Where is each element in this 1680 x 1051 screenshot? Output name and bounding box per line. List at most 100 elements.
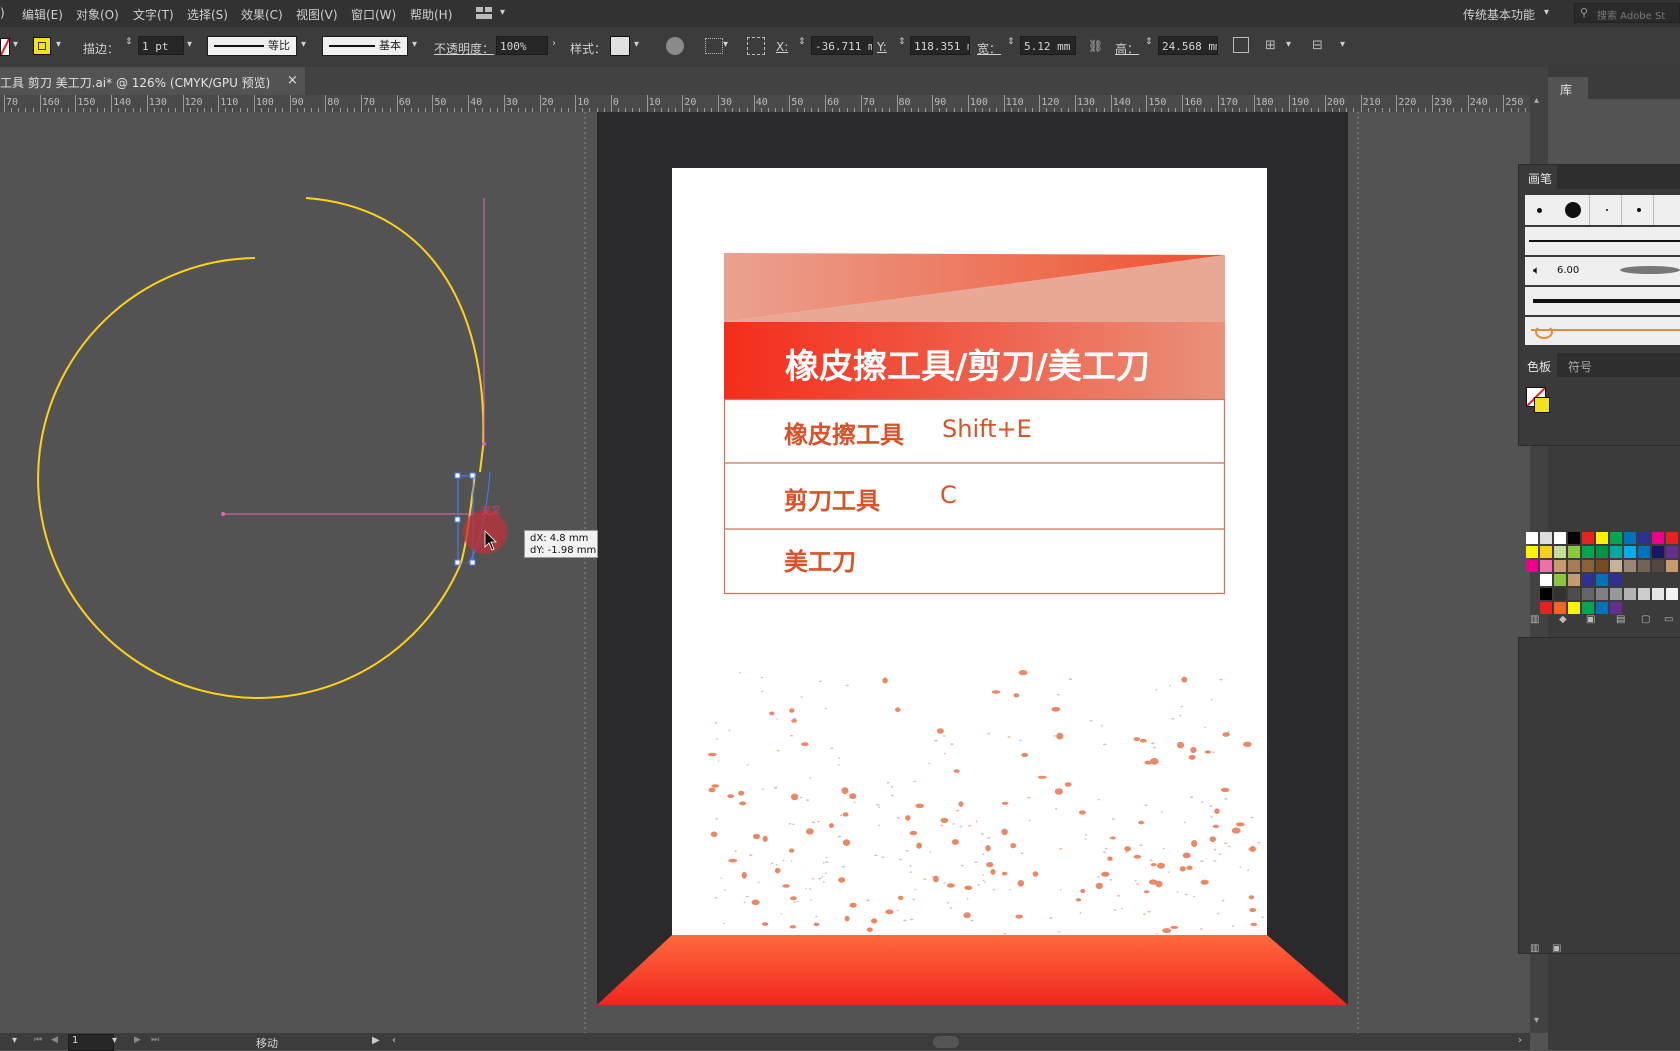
library-menu-icon[interactable]: ▥ <box>1530 943 1539 954</box>
previous-artboard-icon[interactable]: ◀ <box>51 1035 58 1045</box>
color-swatch[interactable] <box>1568 560 1580 572</box>
color-swatch[interactable] <box>1526 546 1538 558</box>
color-swatch[interactable] <box>1624 546 1636 558</box>
stepper-icon[interactable]: ⇕ <box>898 37 906 47</box>
place-icon[interactable]: ▣ <box>1552 943 1561 954</box>
color-swatch[interactable] <box>1582 588 1594 600</box>
color-swatch[interactable] <box>1652 588 1664 600</box>
artboard-number-input[interactable]: 1 <box>68 1034 114 1051</box>
menu-item-edit[interactable]: 编辑(E) <box>22 6 63 23</box>
y-position-input[interactable]: 118.351 m <box>910 36 970 55</box>
opacity-input[interactable]: 100% <box>496 36 548 55</box>
chevron-down-icon[interactable]: ▾ <box>12 1035 17 1046</box>
tab-swatches[interactable]: 色板 <box>1519 353 1557 377</box>
next-artboard-icon[interactable]: ▶ <box>134 1035 141 1045</box>
first-artboard-icon[interactable]: ⏮ <box>34 1035 42 1045</box>
folder-icon[interactable]: ▭ <box>1664 614 1673 625</box>
stepper-icon[interactable]: ⇕ <box>1145 37 1153 47</box>
height-input[interactable]: 24.568 mm <box>1158 36 1218 55</box>
color-swatch[interactable] <box>1596 532 1608 544</box>
chevron-down-icon[interactable]: ▾ <box>1340 39 1345 50</box>
color-swatch[interactable] <box>1610 532 1622 544</box>
menu-item-select[interactable]: 选择(S) <box>187 6 228 23</box>
color-swatch[interactable] <box>1554 546 1566 558</box>
workspace-switcher[interactable]: 传统基本功能 <box>1463 6 1535 23</box>
color-swatch[interactable] <box>1568 546 1580 558</box>
color-swatch[interactable] <box>1610 588 1622 600</box>
color-swatch[interactable] <box>1652 546 1664 558</box>
color-swatch[interactable] <box>1540 546 1552 558</box>
color-swatch[interactable] <box>1666 588 1678 600</box>
color-swatch[interactable] <box>1610 560 1622 572</box>
color-swatch[interactable] <box>1554 574 1566 586</box>
horizontal-ruler[interactable]: 70 160 150 140 130 120 110 100 90 80 70 60 50 40 30 20 1… <box>0 95 1530 113</box>
new-color-group-icon[interactable]: ▤ <box>1616 614 1625 625</box>
color-swatch[interactable] <box>1540 560 1552 572</box>
chevron-down-icon[interactable]: ▾ <box>301 39 306 50</box>
color-swatch[interactable] <box>1540 602 1552 614</box>
color-swatch[interactable] <box>1596 560 1608 572</box>
canvas[interactable]: 交叉 dX: 4.8 mm dY: -1.98 mm 橡皮擦工具/剪刀/美工刀 … <box>0 112 1530 1033</box>
color-swatch[interactable] <box>1568 574 1580 586</box>
color-swatch[interactable] <box>1554 532 1566 544</box>
library-menu-icon[interactable]: ▥ <box>1530 614 1539 625</box>
width-input[interactable]: 5.12 mm <box>1020 36 1076 55</box>
menu-item-effect[interactable]: 效果(C) <box>241 6 283 23</box>
color-swatch[interactable] <box>1568 532 1580 544</box>
isolate-icon[interactable]: ⊟ <box>1312 38 1323 53</box>
color-swatch[interactable] <box>1610 602 1622 614</box>
brush-row-dots[interactable] <box>1525 195 1680 225</box>
swatch-kind-icon[interactable]: ◆ <box>1559 614 1567 625</box>
color-swatch[interactable] <box>1540 532 1552 544</box>
stroke-swatch[interactable] <box>33 37 51 55</box>
color-swatch[interactable] <box>1638 546 1650 558</box>
chevron-down-icon[interactable]: ▾ <box>56 39 61 50</box>
color-swatch[interactable] <box>1624 532 1636 544</box>
color-swatch[interactable] <box>1638 532 1650 544</box>
stroke-yellow-swatch[interactable] <box>1534 397 1550 413</box>
chevron-down-icon[interactable]: ▾ <box>723 39 728 50</box>
close-icon[interactable]: × <box>287 73 298 88</box>
color-swatch[interactable] <box>1666 560 1678 572</box>
tab-brushes[interactable]: 画笔 <box>1519 165 1557 189</box>
chevron-down-icon[interactable]: ▾ <box>412 39 417 50</box>
color-swatch[interactable] <box>1596 574 1608 586</box>
color-swatch[interactable] <box>1638 588 1650 600</box>
color-swatch[interactable] <box>1624 588 1636 600</box>
brush-definition[interactable]: 基本 <box>322 36 408 56</box>
menu-item-left-edge[interactable]: ) <box>0 6 5 20</box>
variable-width-profile[interactable]: 等比 <box>207 36 297 56</box>
color-swatch[interactable] <box>1526 560 1538 572</box>
color-swatch[interactable] <box>1540 588 1552 600</box>
chevron-down-icon[interactable]: ▾ <box>500 7 505 18</box>
color-swatch[interactable] <box>1582 560 1594 572</box>
last-artboard-icon[interactable]: ⏭ <box>151 1035 159 1045</box>
align-objects-icon[interactable]: ⊞ <box>1265 38 1276 53</box>
chevron-right-icon[interactable]: › <box>552 38 556 49</box>
color-swatch[interactable] <box>1596 588 1608 600</box>
color-swatch[interactable] <box>1568 588 1580 600</box>
search-box[interactable]: ⚲ 搜索 Adobe St <box>1574 3 1680 23</box>
scroll-up-icon[interactable]: ▴ <box>1534 95 1539 106</box>
color-swatch[interactable] <box>1666 546 1678 558</box>
chevron-down-icon[interactable]: ▾ <box>112 1035 117 1046</box>
stroke-weight-input[interactable]: 1 pt <box>138 36 184 55</box>
color-swatch[interactable] <box>1554 560 1566 572</box>
scroll-down-icon[interactable]: ▾ <box>1534 1015 1539 1026</box>
chevron-down-icon[interactable]: ▾ <box>1544 7 1549 18</box>
reference-point-icon[interactable] <box>747 37 765 55</box>
menu-item-object[interactable]: 对象(O) <box>76 6 119 23</box>
menu-item-window[interactable]: 窗口(W) <box>351 6 396 23</box>
color-swatch[interactable] <box>1624 560 1636 572</box>
color-swatch[interactable] <box>1582 532 1594 544</box>
color-swatch[interactable] <box>1652 532 1664 544</box>
transform-icon[interactable] <box>1233 37 1249 53</box>
color-swatch[interactable] <box>1666 532 1678 544</box>
brush-row-charcoal[interactable] <box>1525 287 1680 315</box>
menu-item-type[interactable]: 文字(T) <box>133 6 174 23</box>
color-swatch[interactable] <box>1638 560 1650 572</box>
color-swatch[interactable] <box>1568 602 1580 614</box>
color-swatch[interactable] <box>1596 546 1608 558</box>
tab-library[interactable]: 库 <box>1548 77 1588 99</box>
color-swatch[interactable] <box>1582 602 1594 614</box>
